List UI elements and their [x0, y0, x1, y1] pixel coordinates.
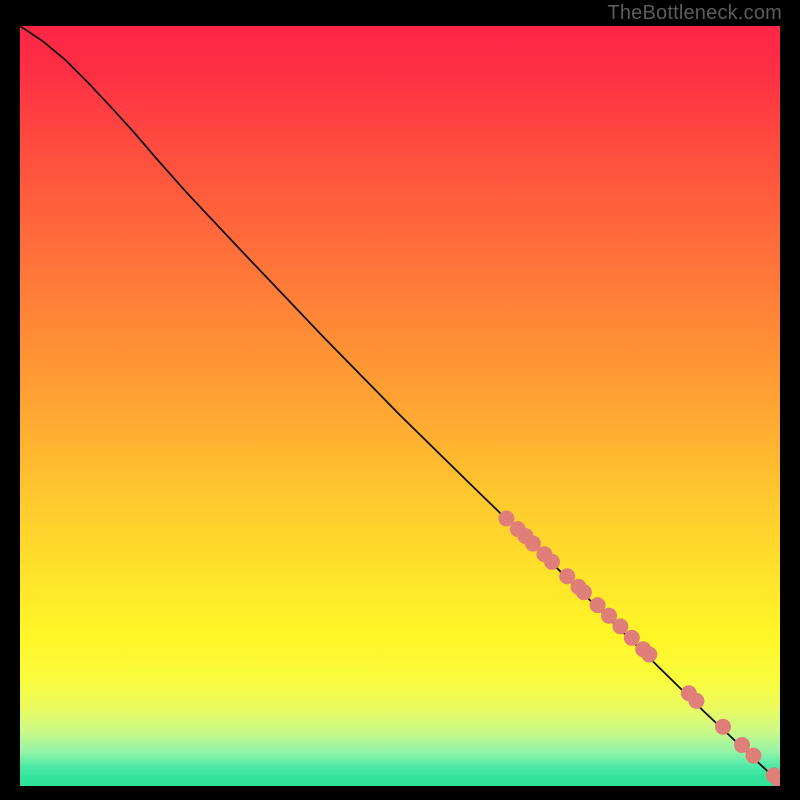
data-marker	[715, 719, 731, 735]
data-marker	[612, 618, 628, 634]
data-marker	[624, 630, 640, 646]
data-marker	[745, 748, 761, 764]
data-marker	[544, 554, 560, 570]
chart-overlay-svg	[20, 26, 780, 786]
data-marker	[688, 693, 704, 709]
curve-line	[20, 26, 780, 783]
data-marker	[641, 647, 657, 663]
data-marker	[576, 584, 592, 600]
marker-group	[498, 510, 780, 786]
attribution-label: TheBottleneck.com	[607, 2, 782, 25]
chart-plot-area	[20, 26, 780, 786]
